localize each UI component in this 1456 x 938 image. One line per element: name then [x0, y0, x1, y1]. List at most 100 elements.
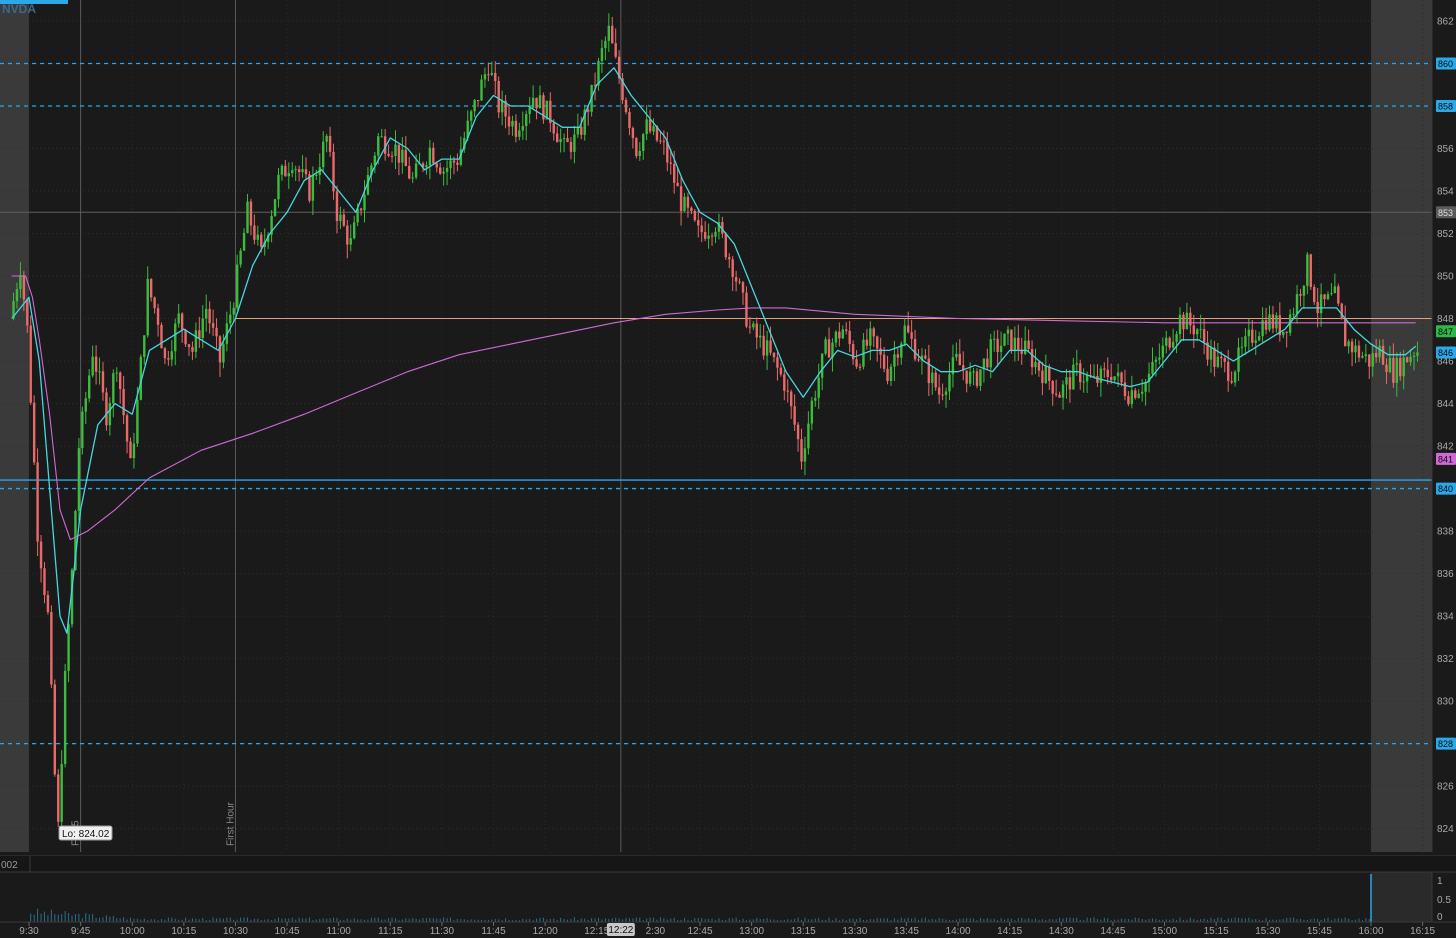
price-tick-label: 856	[1437, 144, 1454, 155]
candle-body	[1220, 356, 1223, 359]
candle-body	[669, 162, 672, 164]
candle-body	[817, 377, 820, 398]
candle-body	[810, 400, 814, 424]
candle-body	[1058, 394, 1061, 398]
candle-body	[1196, 329, 1199, 335]
time-tick-label: 10:15	[171, 926, 196, 937]
candle-body	[205, 308, 208, 319]
candle-body	[872, 328, 875, 337]
candle-body	[273, 199, 277, 216]
candle-body	[999, 345, 1003, 352]
candle-body	[855, 359, 858, 367]
time-tick-label: 14:45	[1100, 926, 1125, 937]
candle-body	[198, 330, 201, 339]
price-chart[interactable]: Fri 15First Hour 82482682883083283483683…	[0, 0, 1456, 938]
candle-body	[222, 343, 225, 363]
candle-body	[1068, 377, 1072, 390]
candle-body	[1140, 391, 1144, 394]
candle-body	[1299, 294, 1302, 296]
price-tick-label: 830	[1437, 697, 1454, 708]
candle-body	[1072, 364, 1075, 390]
candle-body	[820, 353, 824, 378]
time-tick-label: 12:15	[584, 926, 609, 937]
time-tick-label: 16:15	[1410, 926, 1435, 937]
candle-body	[325, 135, 328, 142]
candle-body	[841, 329, 845, 339]
candle-body	[697, 220, 700, 226]
candle-body	[1313, 286, 1316, 302]
candle-body	[1116, 372, 1120, 377]
candle-body	[628, 112, 631, 128]
candle-body	[1185, 312, 1189, 330]
candle-body	[15, 289, 19, 302]
candle-body	[562, 138, 566, 140]
candle-body	[46, 595, 50, 613]
time-axis[interactable]: 9:30 9:45 10:00 10:15 10:30 10:45 11:00 11:15 11…	[0, 921, 1456, 938]
time-tick-label: 11:15	[378, 926, 403, 937]
candle-body	[91, 356, 94, 376]
candle-body	[432, 147, 435, 164]
candle-body	[876, 336, 879, 349]
candle-body	[1295, 294, 1299, 314]
price-badge-label: 853	[1438, 208, 1453, 218]
candle-body	[865, 339, 869, 346]
candle-body	[191, 347, 194, 352]
candle-body	[518, 130, 521, 137]
candle-body	[22, 275, 26, 300]
candle-body	[311, 175, 315, 201]
candle-body	[177, 313, 180, 324]
candle-body	[174, 323, 177, 352]
candle-body	[1120, 372, 1123, 383]
candle-body	[215, 327, 218, 337]
candle-body	[163, 348, 167, 359]
candle-body	[53, 684, 57, 775]
candle-body	[1006, 329, 1010, 334]
candle-body	[32, 402, 36, 463]
time-tick-label: 15:30	[1255, 926, 1280, 937]
candle-body	[631, 127, 635, 139]
candle-body	[239, 250, 242, 265]
candle-body	[1123, 382, 1127, 397]
candle-body	[1399, 358, 1402, 377]
candle-body	[1130, 390, 1134, 405]
candle-body	[57, 774, 60, 822]
candle-body	[153, 297, 156, 309]
candle-body	[1240, 346, 1244, 348]
candle-body	[180, 313, 184, 330]
price-tick-label: 854	[1437, 187, 1454, 198]
candle-body	[201, 318, 204, 339]
candle-body	[765, 340, 769, 356]
time-tick-label: 16:00	[1358, 926, 1383, 937]
candle-body	[1292, 313, 1295, 315]
candle-body	[662, 141, 666, 143]
candle-body	[487, 74, 490, 76]
candle-body	[507, 116, 511, 127]
candle-body	[1003, 333, 1006, 346]
candle-body	[1048, 366, 1051, 381]
time-tick-label: 15:15	[1204, 926, 1229, 937]
candle-body	[387, 153, 390, 156]
candle-body	[39, 541, 43, 569]
candle-body	[886, 368, 889, 382]
candle-body	[703, 232, 707, 239]
candle-body	[1412, 355, 1416, 357]
candle-body	[397, 144, 401, 163]
time-tick-label: 10:45	[275, 926, 300, 937]
candle-body	[1085, 375, 1089, 382]
candle-body	[1199, 329, 1202, 331]
candle-body	[473, 100, 476, 112]
candle-body	[1096, 375, 1099, 383]
candle-body	[1027, 340, 1030, 350]
candle-body	[1182, 314, 1185, 330]
candle-body	[528, 107, 531, 115]
candle-body	[146, 278, 149, 336]
candle-body	[1017, 337, 1020, 350]
price-tick-label: 838	[1437, 527, 1454, 538]
time-tick-label: 14:15	[997, 926, 1022, 937]
candle-body	[824, 339, 827, 354]
candle-body	[445, 168, 449, 172]
candle-body	[304, 169, 308, 175]
candle-body	[184, 329, 187, 345]
time-axis-background	[0, 922, 1456, 938]
candle-body	[586, 109, 590, 112]
